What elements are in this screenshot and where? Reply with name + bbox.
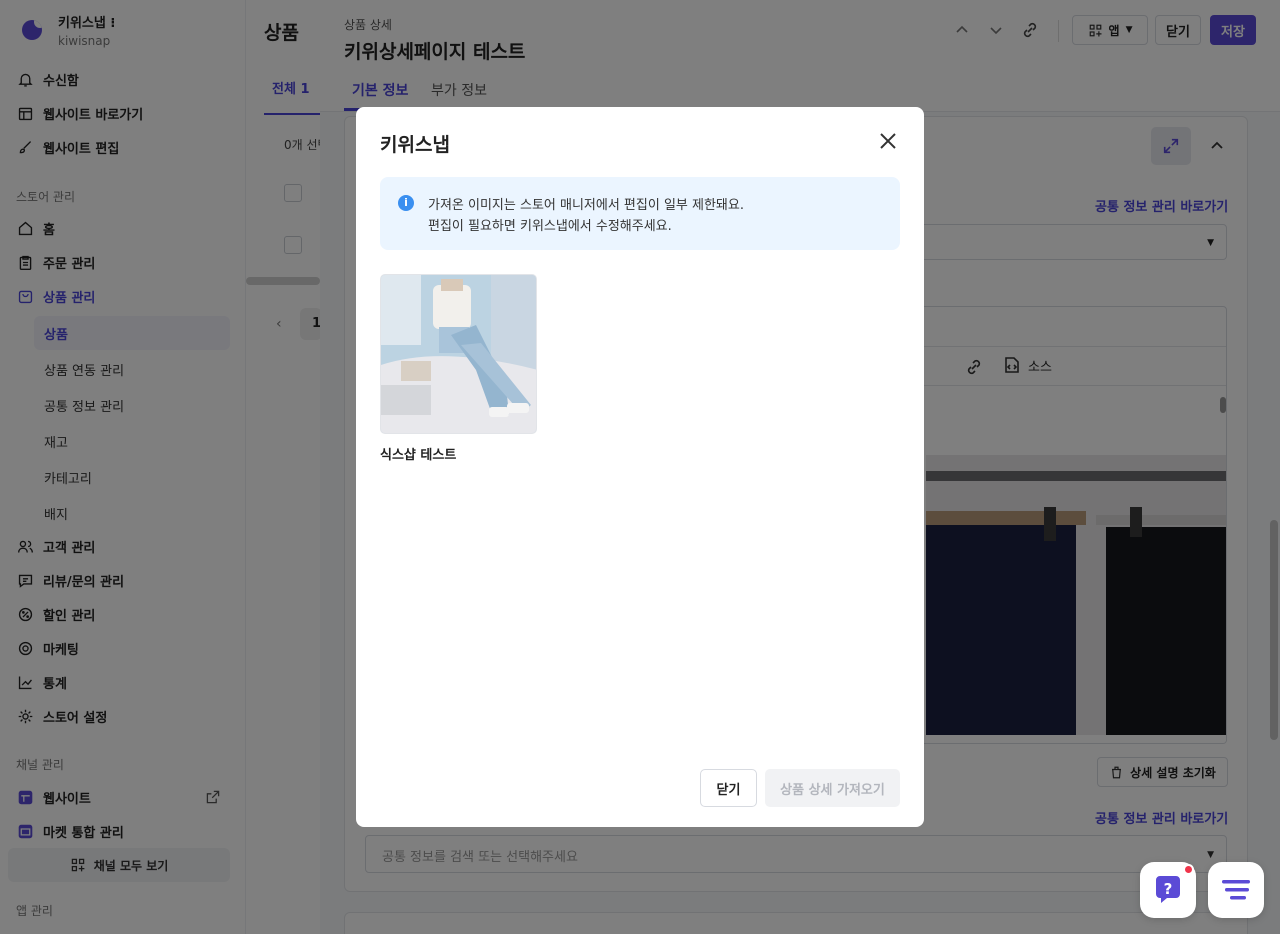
close-icon[interactable]: [878, 131, 898, 151]
notification-dot: [1183, 864, 1194, 875]
dialog-title: 키위스냅: [380, 134, 450, 156]
question-chat-icon: ?: [1156, 876, 1180, 903]
kiwisnap-import-dialog: 키위스냅 i 가져온 이미지는 스토어 매니저에서 편집이 일부 제한돼요. 편…: [356, 107, 924, 827]
svg-text:?: ?: [1164, 880, 1173, 898]
menu-lines-icon: [1222, 880, 1250, 900]
kiwisnap-item-thumbnail[interactable]: [380, 274, 537, 434]
notice-text-line1: 가져온 이미지는 스토어 매니저에서 편집이 일부 제한돼요.: [428, 198, 744, 213]
kiwisnap-item-label: 식스샵 테스트: [380, 448, 457, 463]
dialog-close-button[interactable]: 닫기: [700, 769, 757, 807]
info-icon: i: [398, 195, 414, 211]
menu-button[interactable]: [1208, 862, 1264, 918]
info-notice: i 가져온 이미지는 스토어 매니저에서 편집이 일부 제한돼요. 편집이 필요…: [380, 177, 900, 250]
notice-text-line2: 편집이 필요하면 키위스냅에서 수정해주세요.: [428, 219, 672, 234]
import-detail-button[interactable]: 상품 상세 가져오기: [765, 769, 900, 807]
help-chat-button[interactable]: ?: [1140, 862, 1196, 918]
